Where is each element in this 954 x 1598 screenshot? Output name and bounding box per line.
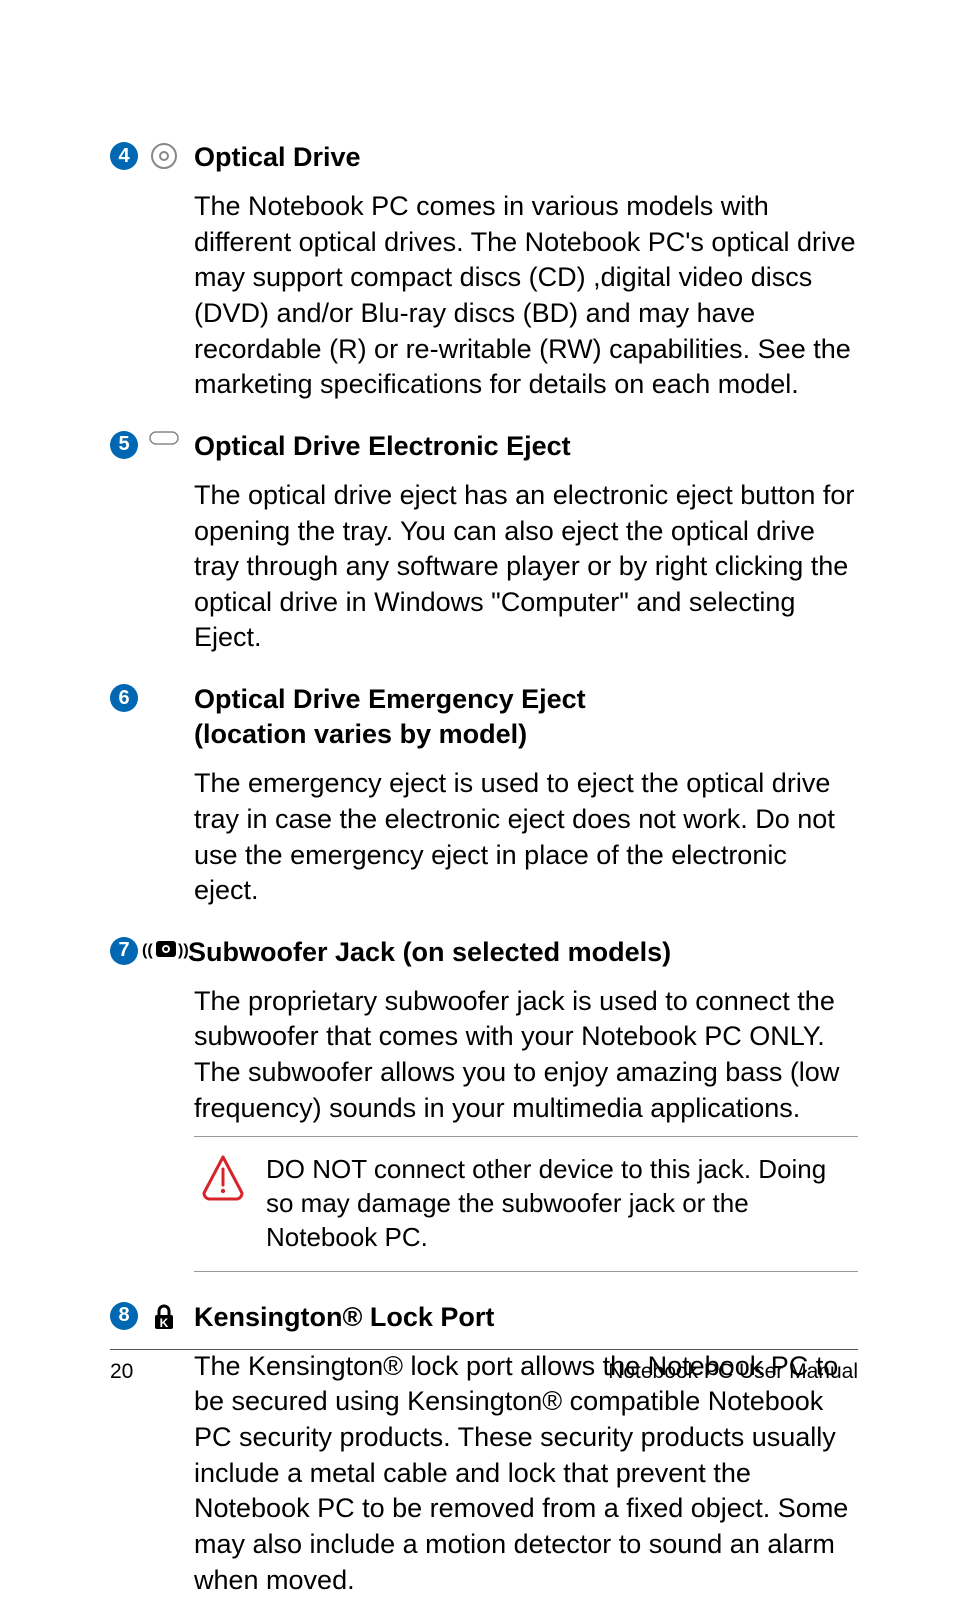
section-heading: Subwoofer Jack (on selected models) bbox=[188, 935, 858, 970]
section-content: Optical Drive The Notebook PC comes in v… bbox=[194, 140, 858, 403]
section-heading: Optical Drive Emergency Eject (location … bbox=[194, 682, 858, 752]
footer-title: Notebook PC User Manual bbox=[608, 1360, 858, 1384]
section-body: The emergency eject is used to eject the… bbox=[194, 766, 858, 909]
gutter: 4 bbox=[110, 140, 194, 403]
page: 4 Optical Drive The Notebook PC comes in… bbox=[0, 0, 954, 1438]
warning-note: DO NOT connect other device to this jack… bbox=[194, 1136, 858, 1271]
kensington-lock-icon: K bbox=[148, 1302, 180, 1332]
eject-button-icon bbox=[148, 431, 180, 445]
gutter: 7 (( )) bbox=[110, 935, 194, 1127]
gutter: 8 K bbox=[110, 1300, 194, 1598]
section-heading: Optical Drive bbox=[194, 140, 858, 175]
section-optical-eject: 5 Optical Drive Electronic Eject The opt… bbox=[110, 429, 858, 656]
section-body: The proprietary subwoofer jack is used t… bbox=[194, 984, 858, 1127]
section-body: The Notebook PC comes in various models … bbox=[194, 189, 858, 403]
gutter: 5 bbox=[110, 429, 194, 656]
svg-text:((: (( bbox=[142, 942, 153, 959]
callout-number-8: 8 bbox=[110, 1302, 138, 1330]
section-content: Subwoofer Jack (on selected models) The … bbox=[194, 935, 858, 1127]
section-content: Kensington® Lock Port The Kensington® lo… bbox=[194, 1300, 858, 1598]
warning-text: DO NOT connect other device to this jack… bbox=[266, 1153, 854, 1254]
callout-number-4: 4 bbox=[110, 142, 138, 170]
svg-text:K: K bbox=[160, 1316, 169, 1330]
section-kensington: 8 K Kensington® Lock Port The Kensington… bbox=[110, 1300, 858, 1598]
warning-icon bbox=[198, 1153, 248, 1208]
page-number: 20 bbox=[110, 1360, 133, 1384]
subwoofer-icon: (( )) bbox=[142, 937, 190, 961]
section-body: The optical drive eject has an electroni… bbox=[194, 478, 858, 656]
callout-number-6: 6 bbox=[110, 684, 138, 712]
section-heading: Kensington® Lock Port bbox=[194, 1300, 858, 1335]
page-footer: 20 Notebook PC User Manual bbox=[110, 1349, 858, 1384]
optical-drive-icon bbox=[148, 142, 180, 170]
callout-number-5: 5 bbox=[110, 431, 138, 459]
section-heading: Optical Drive Electronic Eject bbox=[194, 429, 858, 464]
section-body: The Kensington® lock port allows the Not… bbox=[194, 1349, 858, 1598]
gutter: 6 bbox=[110, 682, 194, 909]
section-content: Optical Drive Emergency Eject (location … bbox=[194, 682, 858, 909]
callout-number-7: 7 bbox=[110, 937, 138, 965]
section-emergency-eject: 6 Optical Drive Emergency Eject (locatio… bbox=[110, 682, 858, 909]
section-content: Optical Drive Electronic Eject The optic… bbox=[194, 429, 858, 656]
section-optical-drive: 4 Optical Drive The Notebook PC comes in… bbox=[110, 140, 858, 403]
section-subwoofer: 7 (( )) Subwoofer Jack (on selected mode… bbox=[110, 935, 858, 1127]
